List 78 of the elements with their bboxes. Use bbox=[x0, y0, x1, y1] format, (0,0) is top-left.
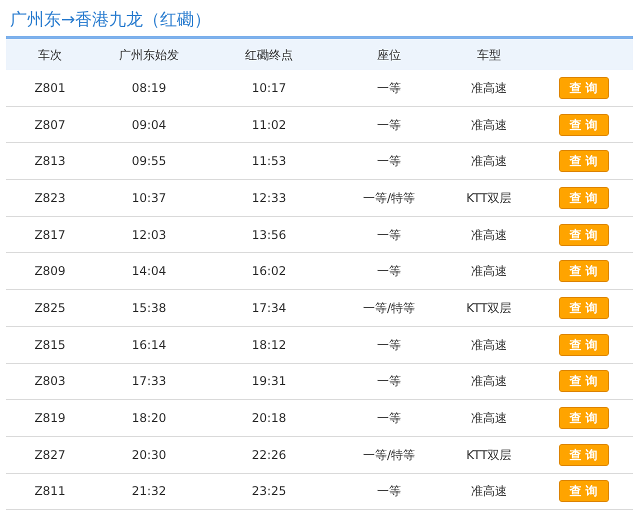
column-header: 座位 bbox=[377, 46, 401, 64]
query-button[interactable]: 查 询 bbox=[558, 260, 608, 282]
table-cell-text: 准高速 bbox=[471, 373, 507, 390]
column-header: 红磡终点 bbox=[245, 46, 293, 64]
table-cell-text: 09:04 bbox=[132, 116, 166, 134]
table-cell-text: 11:53 bbox=[252, 153, 286, 170]
table-cell-text: 20:30 bbox=[132, 446, 166, 464]
query-button[interactable]: 查 询 bbox=[558, 186, 608, 209]
table-cell-text: 12:33 bbox=[252, 190, 286, 207]
table-cell-text: 17:34 bbox=[252, 300, 286, 317]
table-cell-text: Z817 bbox=[34, 226, 66, 244]
table-cell-text: Z807 bbox=[34, 116, 66, 134]
column-header: 车型 bbox=[477, 46, 501, 64]
query-button[interactable]: 查 询 bbox=[558, 296, 608, 319]
table-cell-text: Z825 bbox=[34, 300, 66, 317]
table-cell-text: 11:02 bbox=[252, 116, 286, 134]
table-cell-text: 16:14 bbox=[132, 336, 166, 354]
table-cell-text: 13:56 bbox=[252, 226, 286, 244]
table-cell-text: Z801 bbox=[34, 80, 66, 97]
table-cell-text: 18:12 bbox=[252, 336, 286, 354]
table-cell-text: 20:18 bbox=[252, 410, 286, 428]
table-cell-text: 一等 bbox=[377, 80, 401, 97]
table-cell-text: 09:55 bbox=[132, 153, 166, 170]
table-cell-text: 17:33 bbox=[132, 373, 166, 390]
column-header: 车次 bbox=[38, 46, 62, 64]
query-button[interactable]: 查 询 bbox=[558, 334, 608, 356]
table-cell-text: 15:38 bbox=[132, 300, 166, 317]
table-cell-text: 14:04 bbox=[132, 263, 166, 280]
table-cell-text: 准高速 bbox=[471, 153, 507, 170]
query-button[interactable]: 查 询 bbox=[558, 150, 608, 172]
table-cell-text: 18:20 bbox=[132, 410, 166, 428]
table-cell-text: Z815 bbox=[34, 336, 66, 354]
table-cell-text: 一等/特等 bbox=[362, 190, 416, 207]
table-cell-text: 一等 bbox=[377, 410, 401, 428]
table-cell-text: Z811 bbox=[34, 483, 66, 500]
query-button[interactable]: 查 询 bbox=[558, 444, 608, 466]
table-cell-text: 准高速 bbox=[471, 410, 507, 428]
table-cell-text: 准高速 bbox=[471, 226, 507, 244]
table-cell-text: Z823 bbox=[34, 190, 66, 207]
column-header: 广州东始发 bbox=[119, 46, 179, 64]
table-cell-text: 10:17 bbox=[252, 80, 286, 97]
table-cell-text: 10:37 bbox=[132, 190, 166, 207]
table-cell-text: Z813 bbox=[34, 153, 66, 170]
table-cell-text: 准高速 bbox=[471, 336, 507, 354]
table-cell-text: 一等 bbox=[377, 116, 401, 134]
table-cell-text: KTT双层 bbox=[466, 300, 512, 317]
query-button[interactable]: 查 询 bbox=[558, 480, 608, 502]
table-cell-text: 一等 bbox=[377, 373, 401, 390]
table-cell-text: 21:32 bbox=[132, 483, 166, 500]
table-cell-text: 准高速 bbox=[471, 263, 507, 280]
table-cell-text: 19:31 bbox=[252, 373, 286, 390]
table-cell-text: 一等/特等 bbox=[362, 300, 416, 317]
table-cell-text: 一等/特等 bbox=[362, 446, 416, 464]
table-cell-text: 一等 bbox=[377, 483, 401, 500]
query-button[interactable]: 查 询 bbox=[558, 370, 608, 392]
table-cell-text: 23:25 bbox=[252, 483, 286, 500]
table-cell-text: Z819 bbox=[34, 410, 66, 428]
table-cell-text: 准高速 bbox=[471, 116, 507, 134]
table-cell-text: Z827 bbox=[34, 446, 66, 464]
table-cell-text: 08:19 bbox=[132, 80, 166, 97]
table-cell-text: KTT双层 bbox=[466, 446, 512, 464]
table-cell-text: 一等 bbox=[377, 336, 401, 354]
query-button[interactable]: 查 询 bbox=[558, 76, 608, 99]
table-cell-text: 16:02 bbox=[252, 263, 286, 280]
table-cell-text: 22:26 bbox=[252, 446, 286, 464]
table-cell-text: Z803 bbox=[34, 373, 66, 390]
table-cell-text: 12:03 bbox=[132, 226, 166, 244]
table-cell-text: KTT双层 bbox=[466, 190, 512, 207]
query-button[interactable]: 查 询 bbox=[558, 114, 608, 136]
table-cell-text: 准高速 bbox=[471, 80, 507, 97]
table-cell-text: 一等 bbox=[377, 263, 401, 280]
table-cell-text: 一等 bbox=[377, 153, 401, 170]
table-cell-text: Z809 bbox=[34, 263, 66, 280]
query-button[interactable]: 查 询 bbox=[558, 407, 608, 430]
table-cell-text: 准高速 bbox=[471, 483, 507, 500]
table-cell-text: 一等 bbox=[377, 226, 401, 244]
page-title: 广州东→香港九龙（红磡） bbox=[9, 9, 212, 32]
query-button[interactable]: 查 询 bbox=[558, 224, 608, 246]
